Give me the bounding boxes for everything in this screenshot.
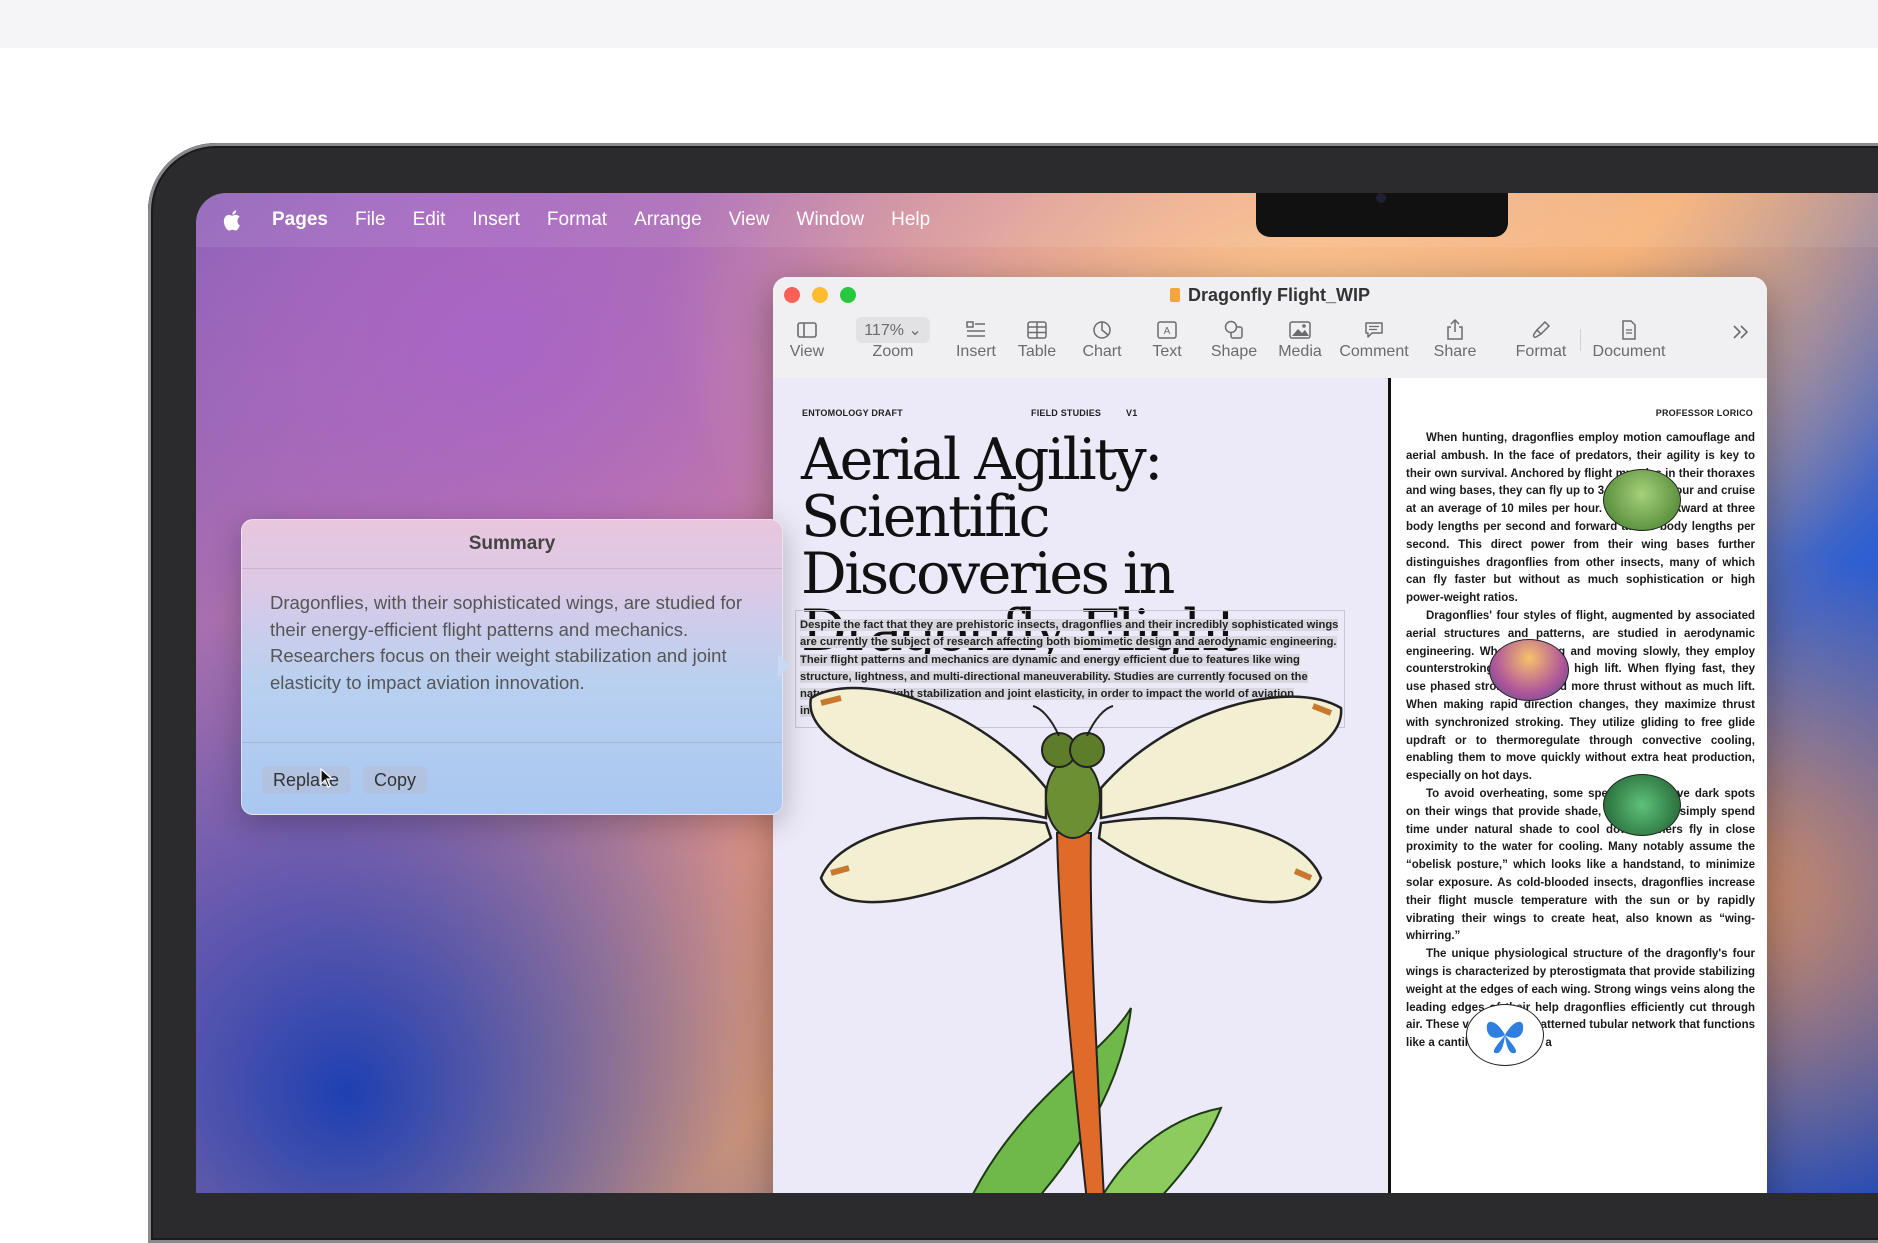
body-paragraph: To avoid overheating, some species also … [1406,787,1755,943]
shape-icon [1224,320,1243,339]
tool-table-label: Table [1017,343,1057,360]
title-bar: Dragonfly Flight_WIP View 117% ⌄ Zoom In… [773,277,1767,379]
menu-file[interactable]: File [355,209,386,231]
tool-format-label: Format [1515,343,1567,360]
tool-shape-label: Shape [1210,343,1258,360]
header-mid: FIELD STUDIES [1031,408,1102,418]
apple-logo-icon[interactable] [222,208,244,232]
tool-chart[interactable]: Chart [1080,317,1124,361]
toolbar-overflow-button[interactable] [1729,319,1753,345]
popover-pointer [778,654,790,678]
body-paragraph: The unique physiological structure of th… [1406,948,1755,1050]
document-icon [1622,320,1636,340]
window-title-container: Dragonfly Flight_WIP [773,285,1767,306]
zoom-value: 117% [864,322,904,339]
tool-media-label: Media [1278,343,1322,360]
summary-divider [242,568,782,569]
document-icon [1170,288,1180,302]
tool-zoom[interactable]: 117% ⌄ Zoom [851,317,935,361]
window-title: Dragonfly Flight_WIP [1188,285,1370,305]
tool-text-label: Text [1152,343,1182,360]
dragonfly-photo-thumbnail [1603,469,1681,531]
header-left: ENTOMOLOGY DRAFT [802,408,903,418]
copy-button[interactable]: Copy [363,766,428,794]
camera-icon [1376,193,1386,203]
paintbrush-icon [1532,320,1551,338]
summary-title: Summary [468,533,556,554]
toolbar: View 117% ⌄ Zoom Insert Table Chart A Te… [773,317,1767,377]
tool-zoom-label: Zoom [872,343,914,360]
tool-insert[interactable]: Insert [951,317,1001,361]
tool-format[interactable]: Format [1512,317,1570,361]
text-box-icon: A [1157,321,1177,339]
menu-arrange[interactable]: Arrange [634,209,702,231]
summary-text: Dragonflies, with their sophisticated wi… [270,592,742,693]
tool-document[interactable]: Document [1590,317,1668,361]
document-page-right[interactable]: PROFESSOR LORICO When hunting, dragonfli… [1388,378,1767,1193]
table-icon [1027,321,1047,339]
menu-pages[interactable]: Pages [272,209,328,231]
chevron-double-right-icon [1733,325,1749,339]
tool-table[interactable]: Table [1014,317,1060,361]
tool-view[interactable]: View [787,317,827,361]
menu-insert[interactable]: Insert [472,209,520,231]
document-page-left[interactable]: ENTOMOLOGY DRAFT FIELD STUDIES V1 Aerial… [773,378,1385,1193]
menu-edit[interactable]: Edit [413,209,446,231]
tool-comment[interactable]: Comment [1336,317,1412,361]
share-icon [1447,319,1463,340]
tool-share[interactable]: Share [1431,317,1479,361]
camera-notch [1256,193,1508,237]
header-right: PROFESSOR LORICO [1655,408,1753,418]
chevron-down-icon: ⌄ [908,322,922,339]
body-paragraph: When hunting, dragonflies employ motion … [1406,432,1755,605]
tool-document-label: Document [1592,343,1666,360]
menu-window[interactable]: Window [797,209,865,231]
butterfly-icon [1486,1021,1524,1054]
menu-view[interactable]: View [729,209,770,231]
sunset-photo-thumbnail [1489,639,1569,701]
tool-media[interactable]: Media [1275,317,1325,361]
dragonfly-illustration [809,686,1343,1193]
mouse-cursor-icon [320,768,334,788]
media-icon [1289,321,1311,339]
tool-chart-label: Chart [1082,343,1122,360]
zoom-select[interactable]: 117% ⌄ [856,317,930,343]
pages-window: Dragonfly Flight_WIP View 117% ⌄ Zoom In… [773,277,1767,1193]
tool-insert-label: Insert [955,343,996,360]
insert-icon [966,321,985,337]
tool-text[interactable]: A Text [1150,317,1184,361]
tool-share-label: Share [1433,343,1477,360]
page-top-band [0,0,1878,48]
body-column[interactable]: When hunting, dragonflies employ motion … [1406,430,1755,1053]
tool-comment-label: Comment [1339,343,1409,360]
menu-format[interactable]: Format [547,209,607,231]
toolbar-separator [1580,329,1581,351]
beetle-photo-thumbnail [1603,774,1681,836]
chart-icon [1093,321,1111,339]
replace-button[interactable]: Replace [262,766,351,794]
comment-icon [1365,322,1383,338]
sidebar-icon [797,322,817,338]
svg-text:A: A [1164,326,1171,337]
header-version: V1 [1126,408,1138,418]
summary-divider [242,742,782,743]
tool-view-label: View [789,343,825,360]
tool-shape[interactable]: Shape [1209,317,1259,361]
menu-help[interactable]: Help [891,209,930,231]
body-paragraph: Dragonflies' four styles of flight, augm… [1406,609,1755,783]
menu-bar: Pages File Edit Insert Format Arrange Vi… [196,193,1878,247]
butterfly-thumbnail [1466,1004,1544,1066]
